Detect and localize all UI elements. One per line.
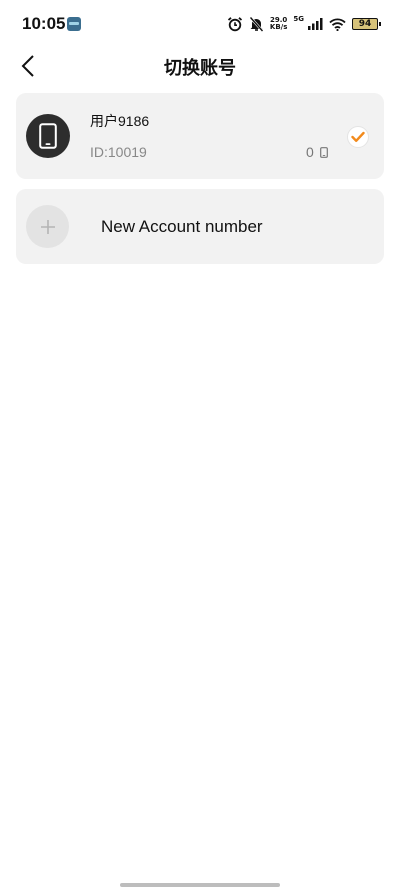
account-id: ID:10019 [90, 144, 147, 160]
network-speed: 29.0 KB/s [270, 17, 287, 31]
check-icon [351, 131, 365, 142]
selected-check [347, 126, 369, 148]
bell-mute-icon [249, 16, 264, 32]
add-circle [26, 205, 69, 248]
device-count-value: 0 [306, 144, 314, 160]
phone-icon [39, 123, 57, 149]
wifi-icon [329, 18, 346, 31]
account-card[interactable]: 用户9186 ID:10019 0 [16, 93, 384, 179]
device-count: 0 [306, 144, 328, 160]
network-speed-unit: KB/s [269, 23, 288, 31]
plus-icon [40, 219, 55, 234]
new-account-button[interactable]: New Account number [16, 189, 384, 264]
avatar [26, 114, 70, 158]
battery-level: 94 [358, 19, 372, 29]
nav-bar: 切换账号 [0, 48, 400, 84]
page-title: 切换账号 [164, 58, 236, 78]
status-time: 10:05 [22, 14, 66, 33]
account-name: 用户9186 [90, 113, 150, 129]
status-bar: 10:05 29.0 KB/s 5G 94 [0, 0, 400, 48]
app-notification-icon [67, 17, 81, 31]
alarm-icon [227, 17, 242, 32]
status-indicators: 29.0 KB/s 5G 94 [227, 14, 381, 34]
network-generation: 5G [293, 15, 304, 23]
home-indicator[interactable] [120, 883, 280, 887]
battery-icon: 94 [352, 18, 381, 30]
signal-icon [308, 18, 323, 30]
small-phone-icon [319, 146, 328, 158]
new-account-label: New Account number [101, 217, 263, 236]
